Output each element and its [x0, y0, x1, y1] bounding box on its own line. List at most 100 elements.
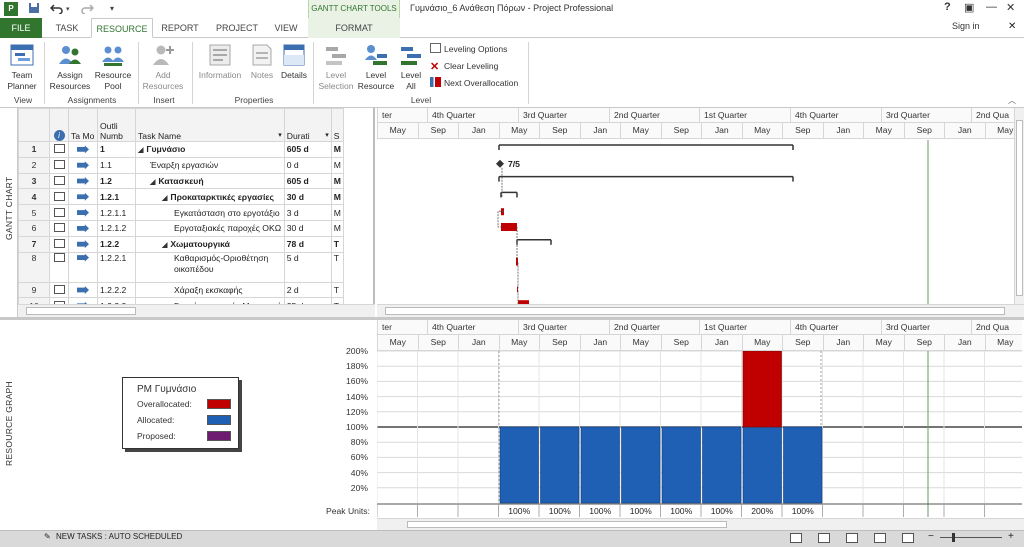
start-cell[interactable]: M [330, 141, 344, 158]
information-button[interactable]: Information [195, 42, 245, 81]
level-all-button[interactable]: Level All [397, 42, 425, 92]
add-resources-button[interactable]: Add Resources [140, 42, 186, 92]
undo-icon[interactable] [49, 2, 64, 17]
notes-button[interactable]: Notes [247, 42, 277, 81]
close-icon[interactable]: ✕ [1006, 1, 1015, 14]
task-name-cell[interactable]: Χάραξη εκσκαφής [135, 281, 285, 299]
task-usage-view-icon[interactable] [846, 533, 858, 543]
task-row[interactable]: 6 1.2.1.2 Εργοταξιακές παροχές ΟΚΩ 30 dM [18, 219, 344, 237]
minimize-icon[interactable]: — [986, 1, 997, 13]
task-row[interactable]: 2 1.1 Έναρξη εργασιών 0 dM [18, 156, 344, 174]
indicator-cell[interactable] [49, 141, 69, 158]
indicator-cell[interactable] [49, 172, 69, 190]
task-row[interactable]: 5 1.2.1.1 Εγκατάσταση στο εργοτάξιο 3 dM [18, 204, 344, 221]
start-cell[interactable]: T [330, 281, 344, 299]
start-cell[interactable]: M [330, 172, 344, 190]
new-task-mode-icon[interactable]: ✎ [44, 532, 51, 541]
level-selection-button[interactable]: Level Selection [315, 42, 357, 92]
outline-number-cell[interactable]: 1.2.2.2 [97, 281, 136, 299]
help-button[interactable]: ? [944, 1, 951, 13]
tab-resource[interactable]: RESOURCE [91, 18, 153, 38]
task-name-cell[interactable]: ◢ Γυμνάσιο [135, 141, 285, 158]
task-row[interactable]: 3 1.2 ◢ Κατασκευή 605 dM [18, 172, 344, 190]
rg-timescale-bottom-tier[interactable]: May Sep Jan May Sep Jan May Sep Jan May Sep Jan May S… [377, 335, 1022, 351]
timescale-bottom-tier[interactable]: May Sep Jan May Sep Jan May Sep Jan May Sep Jan May S… [377, 123, 1014, 139]
collapse-triangle-icon[interactable]: ◢ [150, 179, 155, 186]
row-number[interactable]: 6 [18, 219, 50, 237]
view-shortcut-icon[interactable] [790, 533, 802, 543]
indicator-cell[interactable] [49, 281, 69, 299]
resource-pool-button[interactable]: Resource Pool [92, 42, 134, 92]
gantt-view-icon[interactable] [818, 533, 830, 543]
row-number[interactable]: 2 [18, 156, 50, 174]
indicator-cell[interactable] [49, 219, 69, 237]
rg-horizontal-scrollbar[interactable] [377, 518, 1024, 530]
start-cell[interactable]: M [330, 156, 344, 174]
task-name-cell[interactable]: ◢ Χωματουργικά [135, 235, 285, 253]
clear-leveling-button[interactable]: ✕ Clear Leveling [430, 59, 498, 73]
indicator-cell[interactable] [49, 204, 69, 221]
collapse-triangle-icon[interactable]: ◢ [138, 147, 143, 154]
ribbon-display-icon[interactable]: ▣ [964, 1, 974, 14]
task-mode-cell[interactable] [68, 156, 98, 174]
row-number[interactable]: 8 [18, 251, 50, 283]
task-mode-cell[interactable] [68, 172, 98, 190]
zoom-slider[interactable] [940, 537, 1002, 538]
team-planner-button[interactable]: Team Planner [3, 42, 41, 92]
tab-file[interactable]: FILE [0, 18, 42, 38]
grid-horizontal-scrollbar[interactable] [18, 304, 375, 317]
row-number[interactable]: 5 [18, 204, 50, 221]
outline-number-cell[interactable]: 1.2.1.1 [97, 204, 136, 221]
tab-format[interactable]: FORMAT [308, 18, 400, 38]
task-row[interactable]: 9 1.2.2.2 Χάραξη εκσκαφής 2 dT [18, 281, 344, 299]
task-name-header[interactable]: Task Name ▾ [135, 108, 285, 142]
task-name-cell[interactable]: Εργοταξιακές παροχές ΟΚΩ [135, 219, 285, 237]
rg-timescale-top-tier[interactable]: ter 4th Quarter 3rd Quarter 2nd Quarter 1st … [377, 320, 1022, 335]
outline-number-cell[interactable]: 1.2 [97, 172, 136, 190]
task-name-cell[interactable]: Έναρξη εργασιών [135, 156, 285, 174]
gantt-chart[interactable]: ter 4th Quarter 3rd Quarter 2nd Quarter 1st … [377, 108, 1014, 304]
row-number[interactable]: 1 [18, 141, 50, 158]
collapse-triangle-icon[interactable]: ◢ [162, 242, 167, 249]
tab-task[interactable]: TASK [46, 18, 88, 38]
task-mode-header[interactable]: Ta Mo [68, 108, 98, 142]
duration-cell[interactable]: 30 d [283, 219, 332, 237]
task-mode-cell[interactable] [68, 188, 98, 206]
outline-number-cell[interactable]: 1.2.2.1 [97, 251, 136, 283]
row-number[interactable]: 7 [18, 235, 50, 253]
timescale-top-tier[interactable]: ter 4th Quarter 3rd Quarter 2nd Quarter 1st … [377, 108, 1014, 123]
duration-cell[interactable]: 30 d [283, 188, 332, 206]
indicator-cell[interactable] [49, 235, 69, 253]
new-tasks-mode-status[interactable]: NEW TASKS : AUTO SCHEDULED [56, 532, 182, 541]
start-cell[interactable]: M [330, 204, 344, 221]
row-number[interactable]: 9 [18, 281, 50, 299]
gantt-horizontal-scrollbar[interactable] [377, 304, 1024, 317]
start-header[interactable]: S [330, 108, 344, 142]
level-resource-button[interactable]: Level Resource [356, 42, 396, 92]
zoom-out-icon[interactable]: − [928, 531, 934, 542]
resource-graph-view-bar[interactable]: RESOURCE GRAPH [0, 320, 18, 530]
outline-number-cell[interactable]: 1 [97, 141, 136, 158]
indicator-cell[interactable] [49, 156, 69, 174]
duration-header[interactable]: Durati ▾ [283, 108, 332, 142]
duration-cell[interactable]: 78 d [283, 235, 332, 253]
close-document-icon[interactable]: ✕ [1008, 21, 1016, 32]
outline-number-header[interactable]: Outli Numb [97, 108, 136, 142]
next-overallocation-button[interactable]: Next Overallocation [430, 76, 518, 90]
indicators-header[interactable]: i [49, 108, 69, 142]
gantt-horizontal-scroll-thumb[interactable] [385, 307, 1005, 315]
task-name-cell[interactable]: Εγκατάσταση στο εργοτάξιο [135, 204, 285, 221]
indicator-cell[interactable] [49, 251, 69, 283]
duration-cell[interactable]: 0 d [283, 156, 332, 174]
tab-view[interactable]: VIEW [268, 18, 304, 38]
duration-cell[interactable]: 605 d [283, 141, 332, 158]
select-all-corner[interactable] [18, 108, 50, 142]
task-row[interactable]: 7 1.2.2 ◢ Χωματουργικά 78 dT [18, 235, 344, 253]
redo-icon[interactable] [80, 2, 95, 17]
task-row[interactable]: 8 1.2.2.1 Καθαρισμός-Οριοθέτηση οικοπέδου 5… [18, 251, 344, 283]
task-mode-cell[interactable] [68, 251, 98, 283]
outline-number-cell[interactable]: 1.2.2 [97, 235, 136, 253]
duration-cell[interactable]: 2 d [283, 281, 332, 299]
details-button[interactable]: Details [278, 42, 310, 81]
gantt-vertical-scroll-thumb[interactable] [1016, 120, 1023, 296]
